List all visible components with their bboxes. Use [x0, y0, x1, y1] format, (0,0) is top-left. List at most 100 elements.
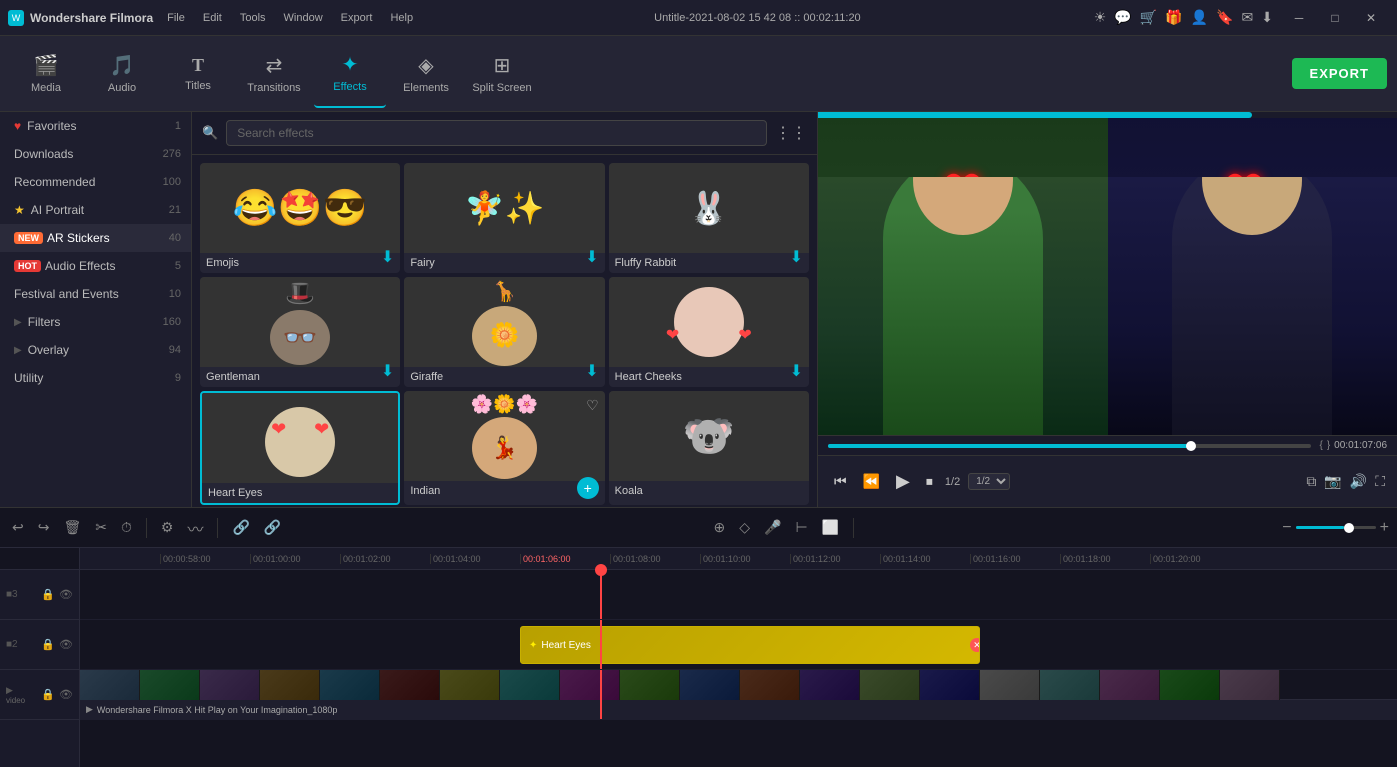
stop-button[interactable]: ⏹ — [922, 471, 937, 492]
effect-card-giraffe[interactable]: 🦒 🌼 Giraffe ⬇ — [404, 277, 604, 387]
download-giraffe-icon[interactable]: ⬇ — [585, 361, 598, 381]
split-button[interactable]: ⊢ — [791, 517, 811, 538]
redo-button[interactable]: ↪ — [34, 517, 54, 538]
grid-view-icon[interactable]: ⋮⋮ — [775, 123, 807, 143]
settings-button[interactable]: ⚙ — [157, 517, 178, 538]
minimize-button[interactable]: ─ — [1281, 4, 1317, 32]
cut-button[interactable]: ✂ — [91, 517, 111, 538]
toolbar-effects[interactable]: ✦ Effects — [314, 40, 386, 108]
track-2-lock-icon[interactable]: 🔒 — [41, 638, 55, 651]
sidebar-item-utility[interactable]: Utility 9 — [0, 364, 191, 392]
magnet-button[interactable]: 🔗 — [260, 517, 285, 538]
effect-card-fairy[interactable]: 🧚✨ Fairy ⬇ — [404, 163, 604, 273]
menu-export[interactable]: Export — [333, 10, 381, 26]
track-main-lock-icon[interactable]: 🔒 — [41, 688, 55, 701]
mic-button[interactable]: 🎤 — [760, 517, 785, 538]
video-thumb-5 — [380, 670, 440, 700]
play-button[interactable]: ▶ — [892, 469, 914, 494]
toolbar-elements[interactable]: ◈ Elements — [390, 40, 462, 108]
close-button[interactable]: ✕ — [1353, 4, 1389, 32]
undo-button[interactable]: ↩ — [8, 517, 28, 538]
marker-button[interactable]: ◇ — [735, 517, 754, 538]
download-fluffy-icon[interactable]: ⬇ — [790, 247, 803, 267]
effect-card-heart-eyes[interactable]: ❤ ❤ Heart Eyes — [200, 391, 400, 505]
effect-card-gentleman[interactable]: 🎩 👓 Gentleman ⬇ — [200, 277, 400, 387]
zoom-out-button[interactable]: − — [1282, 519, 1291, 537]
download-heart-cheeks-icon[interactable]: ⬇ — [790, 361, 803, 381]
waveform-button[interactable]: 〰 — [183, 514, 207, 542]
menu-tools[interactable]: Tools — [232, 10, 274, 26]
fullscreen-icon[interactable]: ⛶ — [1375, 473, 1385, 490]
chevron-overlay-icon: ▶ — [14, 345, 22, 356]
playback-rate-select[interactable]: 1/21x2x — [968, 473, 1010, 490]
pip-icon[interactable]: ⧉ — [1306, 473, 1316, 490]
download-icon[interactable]: ⬇ — [1261, 9, 1273, 26]
sidebar-item-overlay[interactable]: ▶ Overlay 94 — [0, 336, 191, 364]
toolbar-titles[interactable]: T Titles — [162, 40, 234, 108]
bookmark-icon[interactable]: 🔖 — [1216, 9, 1233, 26]
add-indian-button[interactable]: + — [577, 477, 599, 499]
step-back-button[interactable]: ⏮ — [830, 471, 851, 492]
search-input[interactable] — [226, 120, 767, 146]
download-fairy-icon[interactable]: ⬇ — [585, 247, 598, 267]
cursor-track-main — [600, 670, 602, 719]
effect-card-koala[interactable]: 🐨 Koala — [609, 391, 809, 505]
sidebar-item-filters[interactable]: ▶ Filters 160 — [0, 308, 191, 336]
toolbar-split-screen[interactable]: ⊞ Split Screen — [466, 40, 538, 108]
track-3-eye-icon[interactable]: 👁 — [59, 588, 73, 601]
delete-button[interactable]: 🗑 — [59, 517, 85, 538]
video-filename-bar: ▶ Wondershare Filmora X Hit Play on Your… — [80, 699, 1397, 719]
effect-card-fluffy-rabbit[interactable]: 🐰 Fluffy Rabbit ⬇ — [609, 163, 809, 273]
zoom-in-button[interactable]: + — [1380, 519, 1389, 537]
sidebar-item-ai-portrait[interactable]: ★ AI Portrait 21 — [0, 196, 191, 224]
menu-window[interactable]: Window — [276, 10, 331, 26]
elements-icon: ◈ — [418, 53, 433, 78]
video-thumb-8 — [560, 670, 620, 700]
favorite-indian-icon[interactable]: ♡ — [586, 397, 599, 414]
toolbar-media[interactable]: 🎬 Media — [10, 40, 82, 108]
menu-edit[interactable]: Edit — [195, 10, 230, 26]
sidebar-item-festival-events[interactable]: Festival and Events 10 — [0, 280, 191, 308]
effect-clip-close[interactable]: ✕ — [970, 638, 980, 652]
sidebar-item-ar-stickers[interactable]: NEW AR Stickers 40 — [0, 224, 191, 252]
toolbar-audio[interactable]: 🎵 Audio — [86, 40, 158, 108]
effect-name-gentleman: Gentleman — [200, 367, 400, 387]
crop-button[interactable]: ⬜ — [818, 517, 843, 538]
sidebar-item-favorites[interactable]: ♥ Favorites 1 — [0, 112, 191, 140]
download-emojis-icon[interactable]: ⬇ — [381, 247, 394, 267]
mail-icon[interactable]: ✉ — [1242, 9, 1254, 26]
track-3-lock-icon[interactable]: 🔒 — [41, 588, 55, 601]
chat-icon[interactable]: 💬 — [1114, 9, 1131, 26]
menu-file[interactable]: File — [159, 10, 193, 26]
sidebar-item-downloads[interactable]: Downloads 276 — [0, 140, 191, 168]
link-button[interactable]: 🔗 — [228, 517, 253, 538]
download-gentleman-icon[interactable]: ⬇ — [381, 361, 394, 381]
frame-back-button[interactable]: ⏪ — [859, 471, 884, 492]
timeline-cursor[interactable] — [600, 570, 602, 619]
video-thumb-7 — [500, 670, 560, 700]
cart-icon[interactable]: 🛒 — [1140, 9, 1157, 26]
gift-icon[interactable]: 🎁 — [1165, 9, 1182, 26]
video-thumb-11 — [740, 670, 800, 700]
effect-card-emojis[interactable]: 😂🤩😎 Emojis ⬇ — [200, 163, 400, 273]
effect-card-heart-cheeks[interactable]: ❤ ❤ Heart Cheeks ⬇ — [609, 277, 809, 387]
track-main-eye-icon[interactable]: 👁 — [59, 688, 73, 701]
zoom-slider[interactable] — [1296, 526, 1376, 529]
volume-icon[interactable]: 🔊 — [1350, 473, 1367, 490]
sidebar-item-audio-effects[interactable]: HOT Audio Effects 5 — [0, 252, 191, 280]
export-button[interactable]: EXPORT — [1292, 58, 1387, 89]
ripple-button[interactable]: ⊕ — [710, 517, 730, 538]
progress-bar[interactable] — [828, 444, 1311, 448]
sidebar-item-recommended[interactable]: Recommended 100 — [0, 168, 191, 196]
effect-clip-heart-eyes[interactable]: ✦ Heart Eyes ✕ — [520, 626, 980, 664]
history-button[interactable]: ⏱ — [117, 517, 136, 538]
sun-icon[interactable]: ☀ — [1094, 9, 1107, 26]
snapshot-icon[interactable]: 📷 — [1324, 473, 1341, 490]
effect-thumb-gentleman: 🎩 👓 — [200, 277, 400, 367]
effect-card-indian[interactable]: 🌸🌼🌸 💃 Indian ♡ + — [404, 391, 604, 505]
toolbar-transitions[interactable]: ⇄ Transitions — [238, 40, 310, 108]
maximize-button[interactable]: □ — [1317, 4, 1353, 32]
user-icon[interactable]: 👤 — [1191, 9, 1208, 26]
menu-help[interactable]: Help — [382, 10, 421, 26]
track-2-eye-icon[interactable]: 👁 — [59, 638, 73, 651]
